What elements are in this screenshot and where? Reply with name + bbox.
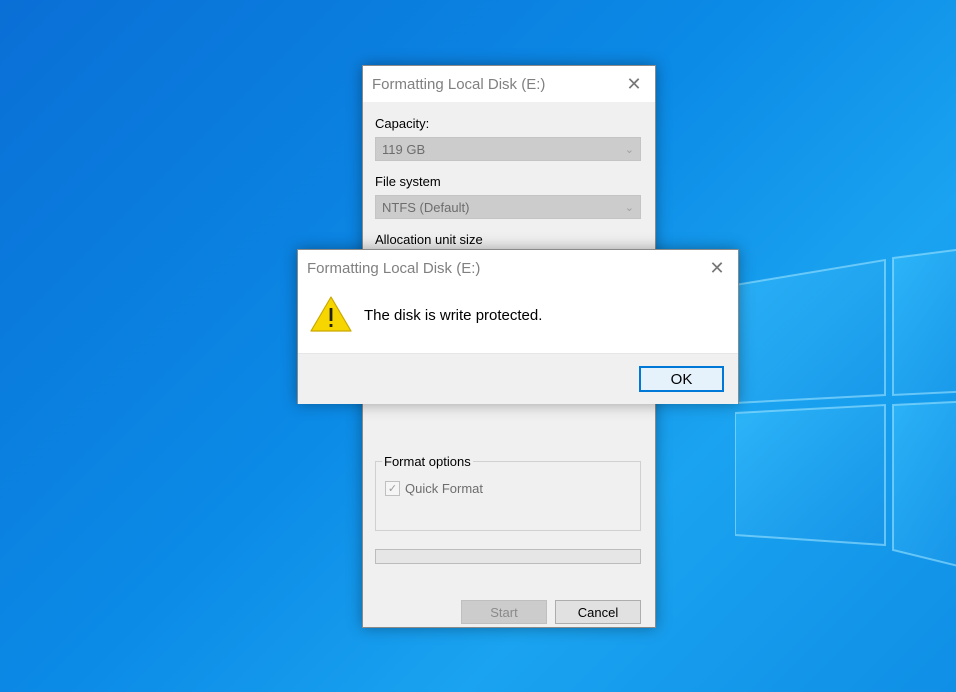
alert-message: The disk is write protected. [364, 307, 543, 324]
format-progress-bar [375, 549, 641, 564]
checkmark-icon: ✓ [385, 481, 400, 496]
warning-icon [310, 296, 352, 332]
capacity-label: Capacity: [375, 116, 430, 131]
format-dialog-titlebar[interactable]: Formatting Local Disk (E:) ✕ [363, 66, 655, 102]
alert-title: Formatting Local Disk (E:) [307, 259, 481, 277]
alert-titlebar[interactable]: Formatting Local Disk (E:) ✕ [298, 250, 738, 286]
format-options-label: Format options [382, 454, 473, 469]
ok-button[interactable]: OK [639, 366, 724, 392]
chevron-down-icon: ⌄ [624, 143, 634, 156]
format-dialog-title: Formatting Local Disk (E:) [372, 75, 546, 93]
quick-format-checkbox[interactable]: ✓ Quick Format [385, 481, 483, 496]
allocation-label: Allocation unit size [375, 232, 483, 247]
cancel-button[interactable]: Cancel [555, 600, 641, 624]
windows-logo-wallpaper [735, 248, 956, 567]
format-options-group [375, 461, 641, 531]
filesystem-select[interactable]: NTFS (Default) ⌄ [375, 195, 641, 219]
start-button[interactable]: Start [461, 600, 547, 624]
write-protected-alert: Formatting Local Disk (E:) ✕ The disk is… [297, 249, 739, 404]
capacity-value: 119 GB [382, 141, 426, 157]
chevron-down-icon: ⌄ [624, 201, 634, 214]
filesystem-value: NTFS (Default) [382, 199, 470, 215]
close-icon[interactable]: ✕ [623, 73, 645, 95]
quick-format-label: Quick Format [405, 481, 484, 496]
filesystem-label: File system [375, 174, 441, 189]
close-icon[interactable]: ✕ [706, 257, 728, 279]
capacity-select[interactable]: 119 GB ⌄ [375, 137, 641, 161]
